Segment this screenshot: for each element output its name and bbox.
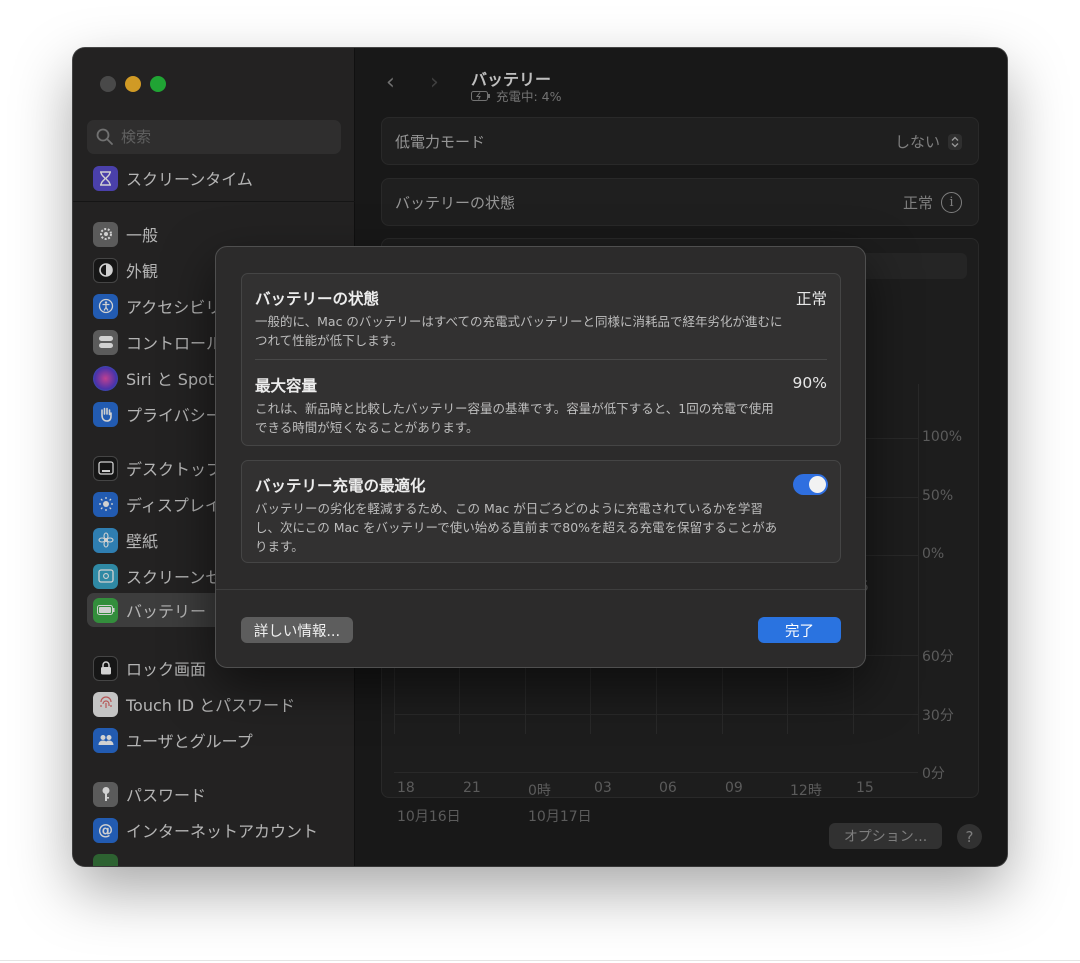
- optimize-title: バッテリー充電の最適化: [255, 477, 426, 495]
- battery-health-sheet: バッテリーの状態 正常 一般的に、Mac のバッテリーはすべての充電式バッテリー…: [215, 246, 866, 668]
- done-button[interactable]: 完了: [758, 617, 841, 643]
- health-card: バッテリーの状態 正常 一般的に、Mac のバッテリーはすべての充電式バッテリー…: [241, 273, 841, 446]
- capacity-description: これは、新品時と比較したバッテリー容量の基準です。容量が低下すると、1回の充電で…: [255, 401, 774, 435]
- page-bottom-border: [0, 960, 1080, 961]
- capacity-value: 90%: [792, 374, 827, 392]
- health-title: バッテリーの状態: [255, 290, 380, 308]
- toggle-knob: [809, 476, 826, 493]
- capacity-title: 最大容量: [255, 377, 318, 395]
- more-info-button[interactable]: 詳しい情報...: [241, 617, 353, 643]
- health-value: 正常: [795, 290, 827, 308]
- sheet-divider: [216, 589, 865, 590]
- health-description: 一般的に、Mac のバッテリーはすべての充電式バッテリーと同様に消耗品で経年劣化…: [255, 314, 783, 348]
- optimize-description: バッテリーの劣化を軽減するため、この Mac が日ごろどのように充電されているか…: [255, 501, 778, 554]
- optimize-toggle[interactable]: [793, 474, 828, 495]
- health-section: バッテリーの状態 正常 一般的に、Mac のバッテリーはすべての充電式バッテリー…: [255, 287, 827, 350]
- card-divider: [255, 359, 827, 360]
- optimize-section: バッテリー充電の最適化 バッテリーの劣化を軽減するため、この Mac が日ごろど…: [255, 474, 827, 556]
- capacity-section: 最大容量 90% これは、新品時と比較したバッテリー容量の基準です。容量が低下す…: [255, 374, 827, 437]
- optimize-card: バッテリー充電の最適化 バッテリーの劣化を軽減するため、この Mac が日ごろど…: [241, 460, 841, 563]
